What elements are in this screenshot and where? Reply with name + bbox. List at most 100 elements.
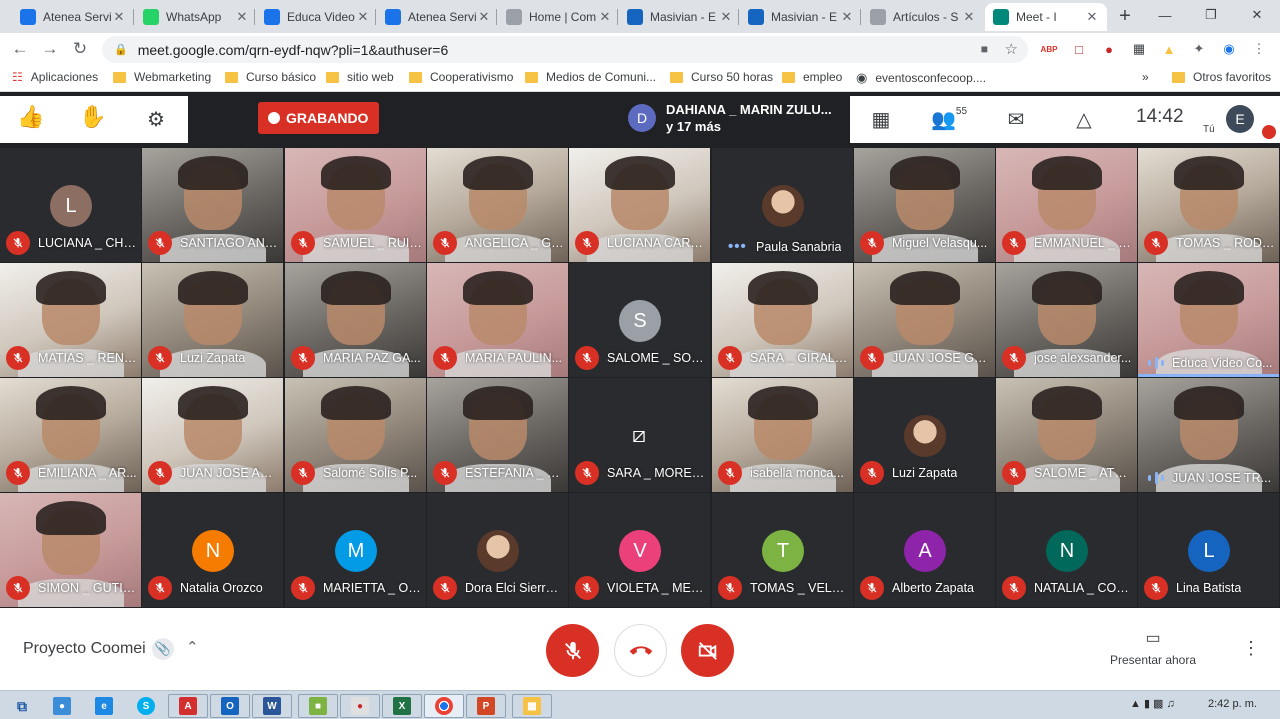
back-icon[interactable]: ← bbox=[8, 37, 32, 61]
tab-close-icon[interactable]: ✕ bbox=[477, 9, 491, 25]
participant-tile[interactable]: MARIA PAULIN... bbox=[427, 263, 568, 377]
bookmark-item[interactable]: sitio web bbox=[326, 70, 394, 84]
taskbar-app-icon[interactable]: ■ bbox=[298, 694, 338, 718]
chrome-icon[interactable] bbox=[424, 694, 464, 718]
participant-tile[interactable]: MATIAS _ REND... bbox=[0, 263, 141, 377]
minimize-icon[interactable]: — bbox=[1142, 0, 1188, 30]
address-bar[interactable]: 🔒 meet.google.com/qrn-eydf-nqw?pli=1&aut… bbox=[102, 36, 1028, 63]
participant-tile[interactable]: ESTEFANIA _ M... bbox=[427, 378, 568, 492]
tab-close-icon[interactable]: ✕ bbox=[962, 9, 976, 25]
participant-tile[interactable]: Luzi Zapata bbox=[854, 378, 995, 492]
leave-call-button[interactable] bbox=[614, 624, 667, 677]
file-explorer-icon[interactable]: ▦ bbox=[512, 694, 552, 718]
bookmark-item[interactable]: ◉ eventosconfecoop.... bbox=[856, 70, 986, 86]
internet-explorer-icon[interactable]: e bbox=[84, 694, 124, 718]
browser-tab[interactable]: Atenea Servi ✕ bbox=[377, 3, 499, 31]
powerpoint-icon[interactable]: P bbox=[466, 694, 506, 718]
people-icon[interactable]: 👥 55 bbox=[931, 106, 967, 132]
skype-icon[interactable]: S bbox=[126, 694, 166, 718]
more-options-icon[interactable]: ⋮ bbox=[1242, 638, 1260, 659]
browser-tab[interactable]: Meet - I ✕ bbox=[985, 3, 1107, 31]
tab-close-icon[interactable]: ✕ bbox=[598, 9, 612, 25]
bookmark-item[interactable]: Curso básico bbox=[225, 70, 316, 84]
close-window-icon[interactable]: ✕ bbox=[1234, 0, 1280, 30]
tab-close-icon[interactable]: ✕ bbox=[840, 9, 854, 25]
menu-icon[interactable]: ⋮ bbox=[1248, 39, 1270, 59]
bookmark-item[interactable]: Curso 50 horas bbox=[670, 70, 773, 84]
raise-hand-icon[interactable]: ✋ bbox=[78, 104, 108, 130]
tab-close-icon[interactable]: ✕ bbox=[356, 9, 370, 25]
participant-tile[interactable]: L LUCIANA _ CHA... bbox=[0, 148, 141, 262]
participant-tile[interactable]: V VIOLETA _ MED... bbox=[569, 493, 710, 607]
extension-icon[interactable]: ● bbox=[1098, 39, 1120, 59]
acrobat-icon[interactable]: A bbox=[168, 694, 208, 718]
participant-tile[interactable]: jose alexsander... bbox=[996, 263, 1137, 377]
new-tab-button[interactable]: + bbox=[1113, 4, 1137, 28]
meeting-name[interactable]: Proyecto Coomei bbox=[23, 640, 146, 658]
self-avatar[interactable]: E bbox=[1226, 105, 1254, 133]
bookmark-item[interactable]: Medios de Comuni... bbox=[525, 70, 656, 84]
browser-tab[interactable]: WhatsApp ✕ bbox=[135, 3, 257, 31]
participant-tile[interactable]: MARIA PAZ GA... bbox=[285, 263, 426, 377]
participant-tile[interactable]: Luzi Zapata bbox=[142, 263, 283, 377]
excel-icon[interactable]: X bbox=[382, 694, 422, 718]
participant-tile[interactable]: Miguel Velasqu... bbox=[854, 148, 995, 262]
tab-close-icon[interactable]: ✕ bbox=[719, 9, 733, 25]
tab-close-icon[interactable]: ✕ bbox=[235, 9, 249, 25]
chevron-up-icon[interactable]: ⌃ bbox=[186, 638, 199, 656]
reload-icon[interactable]: ↻ bbox=[68, 37, 92, 61]
participant-tile[interactable]: LUCIANA CARO... bbox=[569, 148, 710, 262]
grid-extension-icon[interactable]: ▦ bbox=[1128, 39, 1150, 59]
puzzle-icon[interactable]: ✦ bbox=[1188, 39, 1210, 59]
participant-tile[interactable]: Educa Video Co... bbox=[1138, 263, 1279, 377]
participant-tile[interactable]: Dora Elci Sierra ... bbox=[427, 493, 568, 607]
participant-tile[interactable]: SIMON _ GUTIE... bbox=[0, 493, 141, 607]
bookmark-apps[interactable]: ☷ Aplicaciones bbox=[12, 70, 98, 84]
browser-tab[interactable]: Home | Com ✕ bbox=[498, 3, 620, 31]
settings-gear-icon[interactable]: ⚙ bbox=[141, 106, 171, 132]
paint-icon[interactable]: ● bbox=[340, 694, 380, 718]
camera-toggle-button[interactable] bbox=[681, 624, 734, 677]
participant-tile[interactable]: ••• Paula Sanabria bbox=[712, 148, 853, 262]
participant-tile[interactable]: L Lina Batista bbox=[1138, 493, 1279, 607]
bookmark-star-icon[interactable]: ☆ bbox=[1005, 40, 1018, 58]
participant-tile[interactable]: JUAN JOSE AG... bbox=[142, 378, 283, 492]
participant-tile[interactable]: EMMANUEL _ C... bbox=[996, 148, 1137, 262]
bookmark-item[interactable]: Cooperativismo bbox=[409, 70, 513, 84]
adblock-icon[interactable]: ABP bbox=[1038, 39, 1060, 59]
attachment-icon[interactable]: 📎 bbox=[152, 638, 174, 660]
participant-tile[interactable]: SAMUEL _ RUIZ... bbox=[285, 148, 426, 262]
tab-close-icon[interactable]: ✕ bbox=[112, 9, 126, 25]
participant-tile[interactable]: EMILIANA _ AR... bbox=[0, 378, 141, 492]
participant-tile[interactable]: N NATALIA _ COR... bbox=[996, 493, 1137, 607]
layout-grid-icon[interactable]: ▦ bbox=[866, 106, 896, 132]
participant-tile[interactable]: T TOMAS _ VELA... bbox=[712, 493, 853, 607]
participant-tile[interactable]: Salomé Solís P... bbox=[285, 378, 426, 492]
bookmarks-overflow-icon[interactable]: » bbox=[1142, 70, 1149, 84]
tab-close-icon[interactable]: ✕ bbox=[1085, 9, 1099, 25]
thumbs-up-icon[interactable]: 👍 bbox=[16, 104, 46, 130]
mic-toggle-button[interactable] bbox=[546, 624, 599, 677]
forward-icon[interactable]: → bbox=[38, 37, 62, 61]
browser-tab[interactable]: Masivian - E ✕ bbox=[740, 3, 862, 31]
participant-tile[interactable]: A Alberto Zapata bbox=[854, 493, 995, 607]
chat-icon[interactable]: ✉ bbox=[1001, 106, 1031, 132]
participant-tile[interactable]: isabella monca... bbox=[712, 378, 853, 492]
participant-tile[interactable]: SARA _ GIRALD... bbox=[712, 263, 853, 377]
bookmark-item[interactable]: empleo bbox=[782, 70, 842, 84]
profile-icon[interactable]: ◉ bbox=[1218, 39, 1240, 59]
participant-tile[interactable]: ⧄ SARA _ MOREN... bbox=[569, 378, 710, 492]
system-tray[interactable]: ▲ ▮ ▩ ♫ bbox=[1130, 697, 1175, 710]
windows-start-icon[interactable]: ⧉ bbox=[2, 694, 42, 718]
restore-icon[interactable]: ❐ bbox=[1188, 0, 1234, 30]
browser-tab[interactable]: Educa Video ✕ bbox=[256, 3, 378, 31]
outlook-icon[interactable]: O bbox=[210, 694, 250, 718]
participant-tile[interactable]: S SALOME _ SOLI... bbox=[569, 263, 710, 377]
bookmark-item[interactable]: Webmarketing bbox=[113, 70, 211, 84]
bookmark-other-favorites[interactable]: Otros favoritos bbox=[1172, 70, 1271, 84]
word-icon[interactable]: W bbox=[252, 694, 292, 718]
taskbar-app-icon[interactable]: ● bbox=[42, 694, 82, 718]
participant-tile[interactable]: N Natalia Orozco bbox=[142, 493, 283, 607]
activities-icon[interactable]: △ bbox=[1069, 106, 1099, 132]
participant-tile[interactable]: ANGELICA _ GU... bbox=[427, 148, 568, 262]
